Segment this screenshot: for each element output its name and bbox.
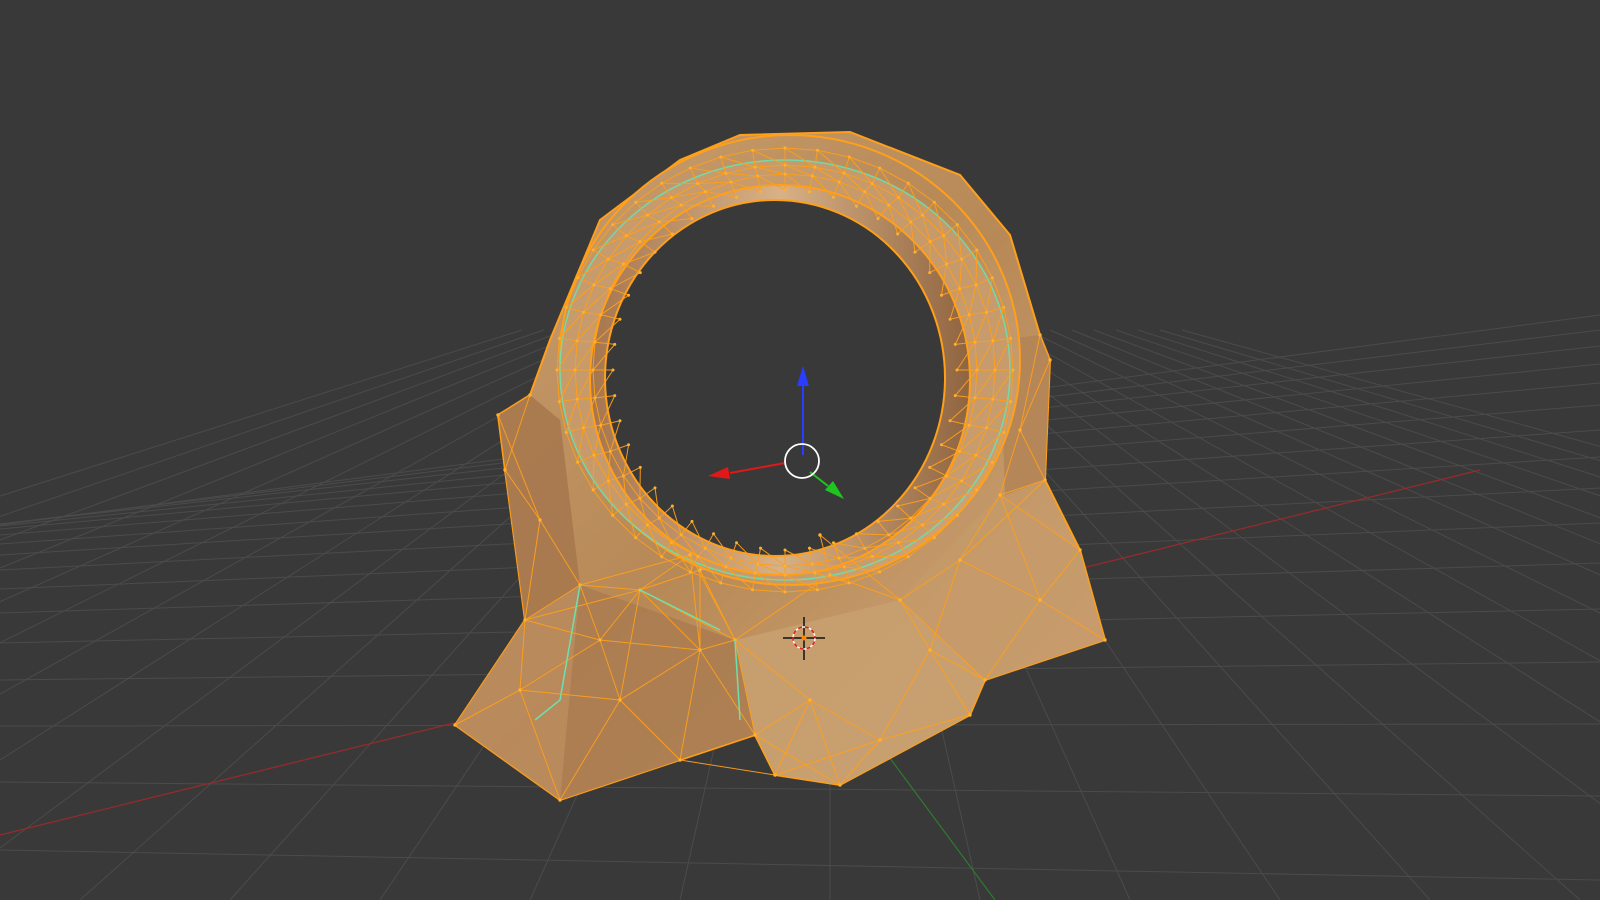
3d-viewport[interactable] [0,0,1600,900]
viewport-canvas[interactable] [0,0,1600,900]
ring-hole [604,199,946,557]
mesh-object[interactable] [453,130,1107,802]
